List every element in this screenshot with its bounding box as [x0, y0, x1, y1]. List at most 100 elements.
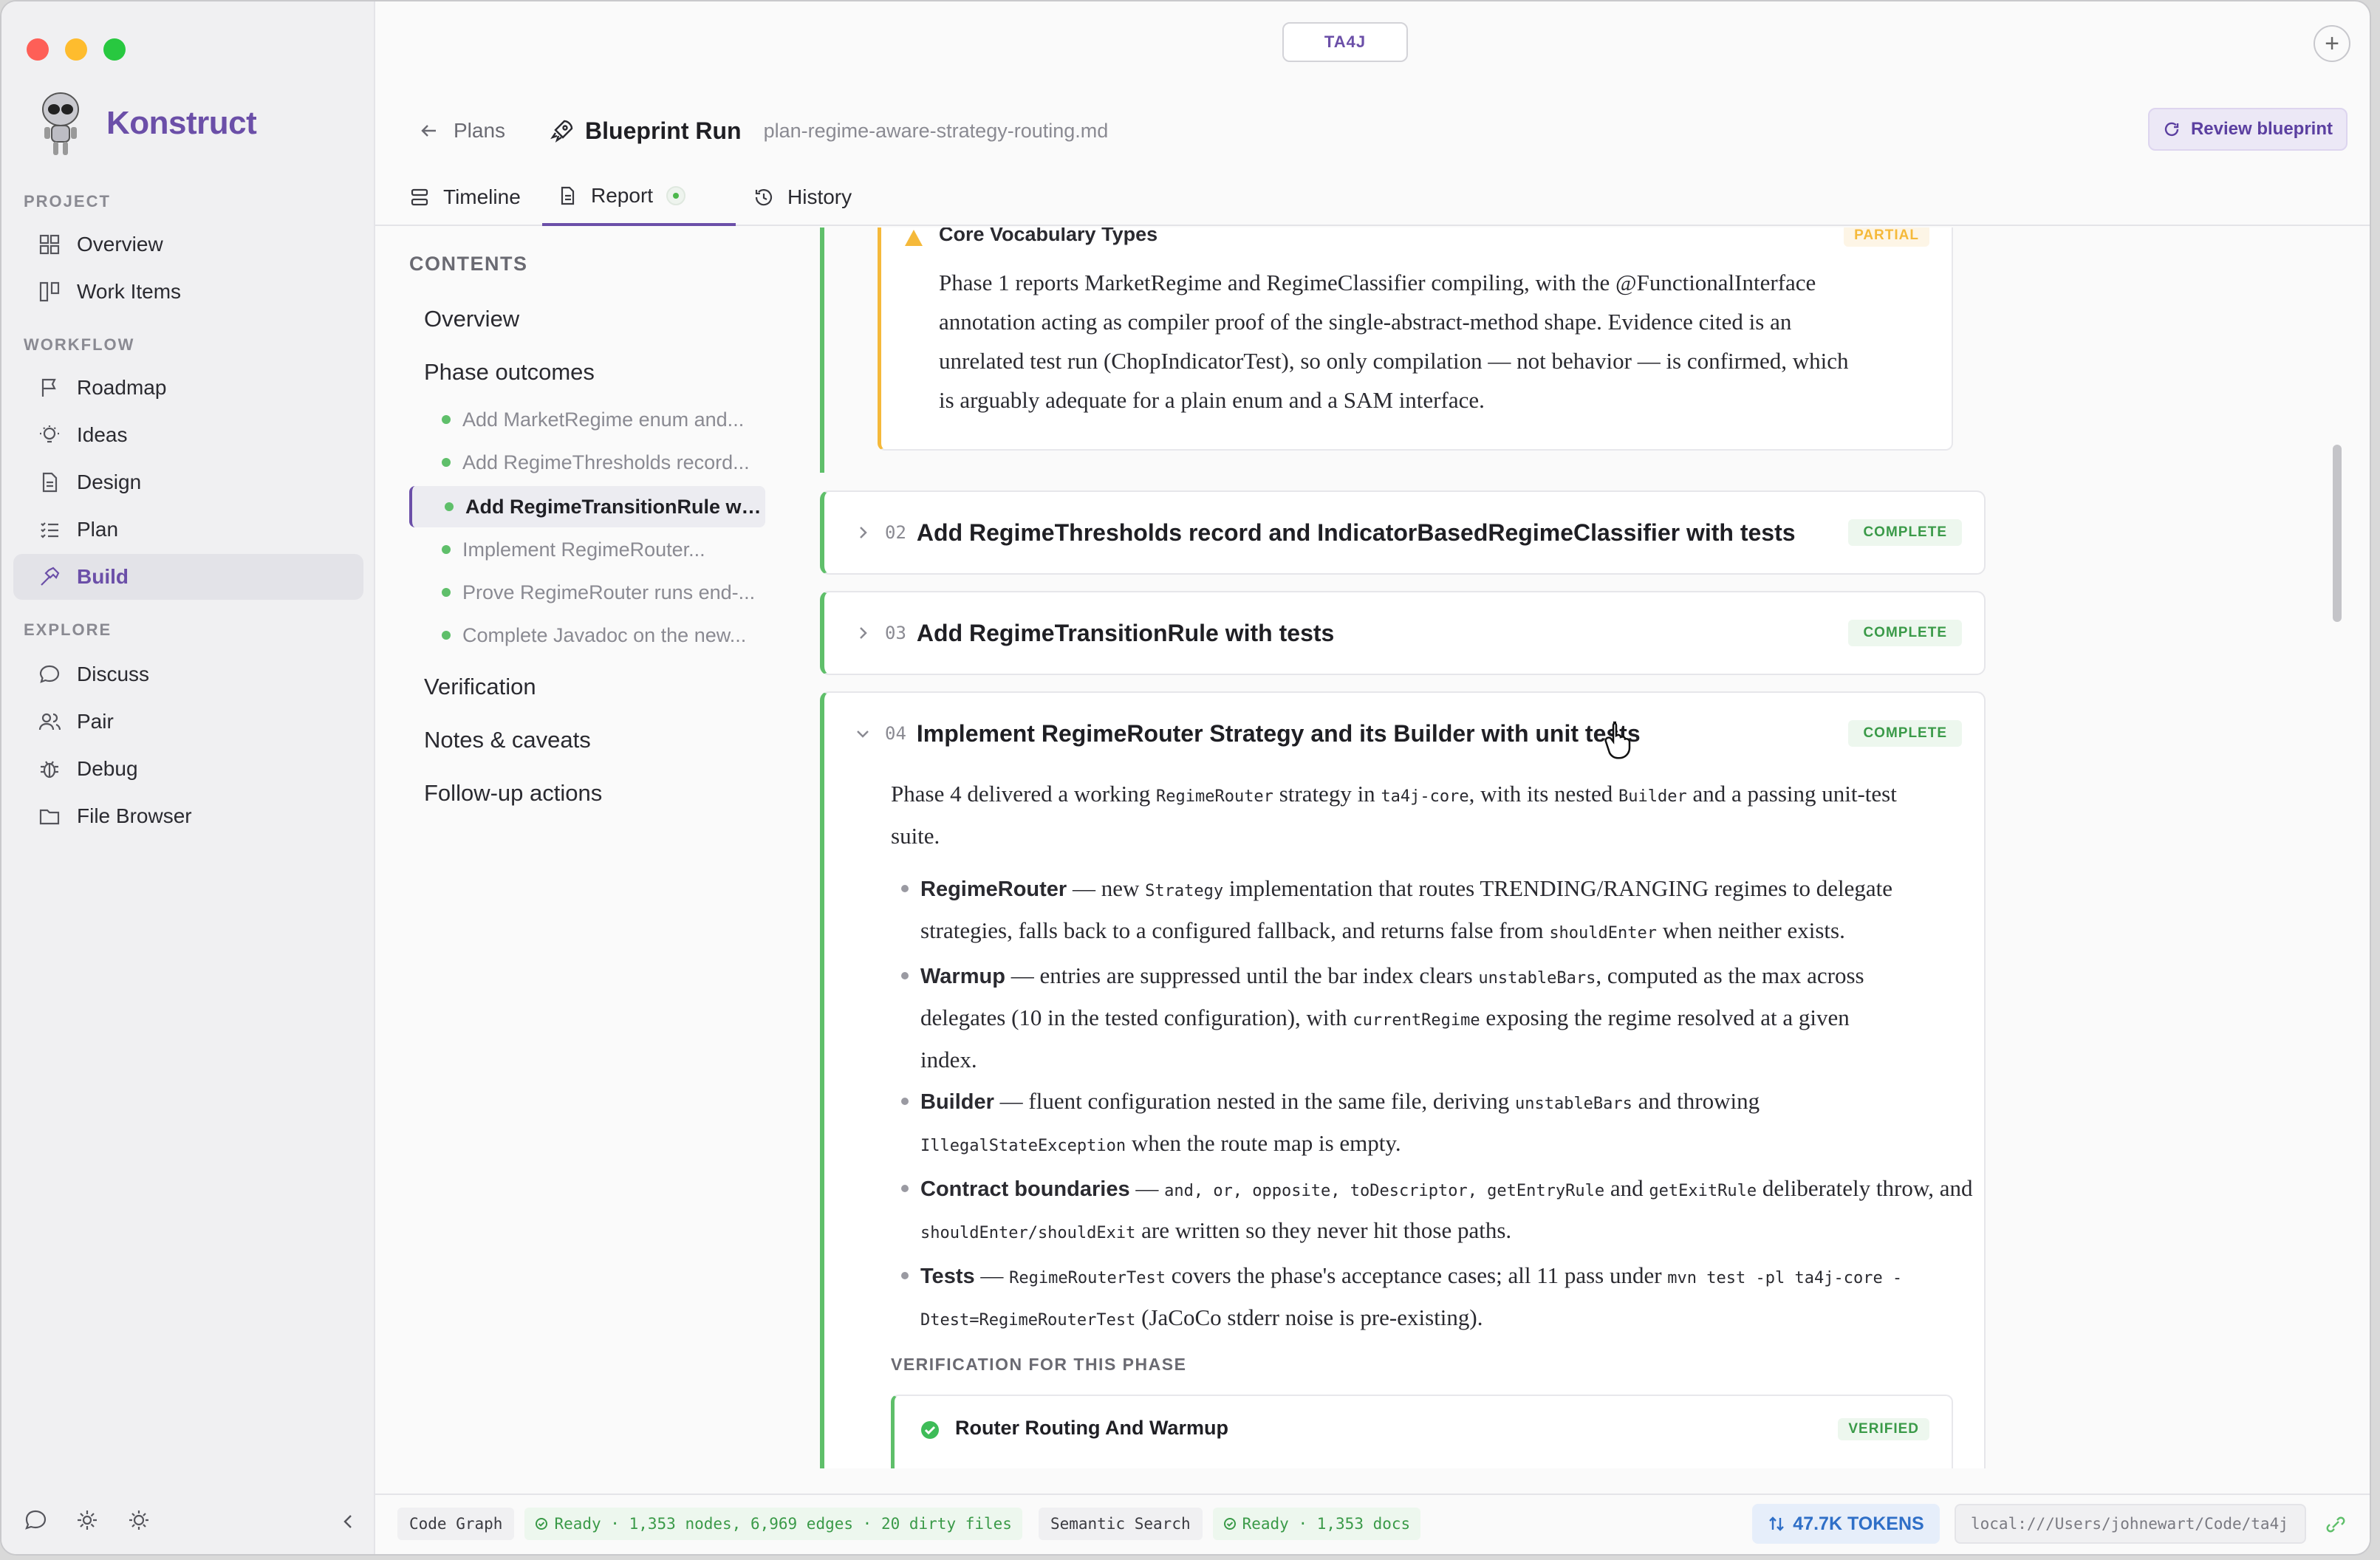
toc-item-notes[interactable]: Notes & caveats [424, 727, 591, 753]
sidebar-item-label: Ideas [77, 423, 128, 446]
tab-label: Report [591, 184, 654, 207]
brand[interactable]: Konstruct [35, 90, 257, 157]
sidebar-item-label: Roadmap [77, 376, 167, 399]
list-item: RegimeRouter — new Strategy implementati… [901, 869, 1984, 953]
phase-card-02[interactable]: 02 Add RegimeThresholds record and Indic… [820, 490, 1986, 575]
chevron-down-icon [857, 731, 869, 738]
refresh-icon [2164, 122, 2179, 137]
code-graph-status: Ready · 1,353 nodes, 6,969 edges · 20 di… [524, 1508, 1022, 1540]
toc-phase-3[interactable]: Add RegimeTransitionRule wit... [409, 486, 765, 527]
phase-summary: Phase 4 delivered a working RegimeRouter… [891, 781, 1897, 849]
toc-item-verification[interactable]: Verification [424, 674, 536, 700]
toc-phase-2[interactable]: Add RegimeThresholds record... [409, 442, 765, 483]
phase-title: Implement RegimeRouter Strategy and its … [916, 719, 1641, 747]
tab-history[interactable]: History [753, 168, 872, 226]
phase-card-03[interactable]: 03 Add RegimeTransitionRule with tests C… [820, 591, 1986, 675]
semantic-search-status: Ready · 1,353 docs [1212, 1508, 1421, 1540]
bug-icon [41, 761, 58, 779]
arrow-left-icon [421, 125, 436, 137]
phase-header[interactable]: 02 Add RegimeThresholds record and Indic… [824, 492, 1984, 573]
code-graph-status-text: Ready · 1,353 nodes, 6,969 edges · 20 di… [554, 1515, 1012, 1533]
sidebar-item-label: Work Items [77, 280, 182, 303]
verification-card[interactable]: Router Routing And Warmup VERIFIED [891, 1395, 1953, 1468]
back-label: Plans [454, 119, 506, 142]
sidebar-item-design[interactable]: Design [13, 459, 363, 505]
gear-icon[interactable] [75, 1508, 99, 1532]
sidebar-item-work-items[interactable]: Work Items [13, 269, 363, 315]
list-item: Warmup — entries are suppressed until th… [901, 956, 1984, 1079]
toc-item-overview[interactable]: Overview [424, 306, 519, 332]
phase-1-rail [820, 228, 824, 473]
close-window-button[interactable] [27, 38, 49, 61]
sidebar-item-plan[interactable]: Plan [13, 507, 363, 552]
semantic-search-label[interactable]: Semantic Search [1038, 1508, 1203, 1540]
finding-line: is arguably adequate for a plain enum an… [939, 387, 1485, 413]
check-circle-icon [921, 1421, 939, 1439]
sidebar-item-file-browser[interactable]: File Browser [13, 793, 363, 839]
check-circle-icon [536, 1518, 548, 1530]
sidebar-item-discuss[interactable]: Discuss [13, 651, 363, 697]
phase-header[interactable]: 03 Add RegimeTransitionRule with tests C… [824, 592, 1984, 674]
status-badge: COMPLETE [1848, 720, 1962, 747]
sidebar: Konstruct PROJECT Overview Work Items WO… [1, 1, 375, 1554]
scrollbar-thumb[interactable] [2333, 445, 2342, 622]
new-tab-button[interactable]: + [2314, 25, 2350, 62]
history-icon [755, 189, 773, 206]
plan-file-name[interactable]: plan-regime-aware-strategy-routing.md [764, 120, 1109, 143]
status-badge: COMPLETE [1848, 519, 1962, 546]
phase-header[interactable]: 04 Implement RegimeRouter Strategy and i… [824, 693, 1984, 774]
app-window: Konstruct PROJECT Overview Work Items WO… [0, 0, 2371, 1556]
toc-phase-label: Add MarketRegime enum and... [462, 408, 745, 431]
code-graph-label[interactable]: Code Graph [397, 1508, 515, 1540]
sidebar-item-build[interactable]: Build [13, 554, 363, 600]
chat-bubble-icon [39, 665, 60, 683]
nav-section-workflow: WORKFLOW [24, 335, 135, 354]
chevron-left-icon[interactable] [338, 1511, 359, 1532]
back-to-plans-link[interactable]: Plans [420, 119, 505, 143]
chevron-right-icon [860, 527, 867, 538]
toc-phase-4[interactable]: Implement RegimeRouter... [409, 529, 765, 570]
minimize-window-button[interactable] [65, 38, 87, 61]
review-blueprint-button[interactable]: Review blueprint [2148, 108, 2347, 151]
status-bar: Code Graph Ready · 1,353 nodes, 6,969 ed… [375, 1494, 2370, 1553]
toc-phase-label: Prove RegimeRouter runs end-... [462, 581, 756, 603]
toc-phase-label: Add RegimeThresholds record... [462, 451, 750, 473]
toc-phase-1[interactable]: Add MarketRegime enum and... [409, 399, 765, 440]
workspace-path[interactable]: local:///Users/johnewart/Code/ta4j [1955, 1504, 2306, 1544]
sidebar-item-roadmap[interactable]: Roadmap [13, 365, 363, 411]
connection-icon[interactable] [2325, 1514, 2346, 1535]
sidebar-item-label: Overview [77, 233, 163, 256]
complete-dot [442, 458, 451, 467]
status-dot [666, 186, 686, 205]
verified-badge: VERIFIED [1838, 1418, 1929, 1440]
flag-icon [41, 378, 56, 397]
title-bar: TA4J + [375, 1, 2370, 83]
toc-phase-label: Add RegimeTransitionRule wit... [465, 495, 765, 518]
token-counter[interactable]: 47.7K TOKENS [1752, 1504, 1940, 1544]
sun-icon[interactable] [127, 1508, 151, 1532]
page-header: Plans Blueprint Run plan-regime-aware-st… [375, 98, 2370, 164]
sidebar-item-label: File Browser [77, 804, 192, 827]
project-chip[interactable]: TA4J [1282, 22, 1408, 62]
tab-bar: Timeline Report History [375, 168, 2370, 226]
sidebar-item-pair[interactable]: Pair [13, 699, 363, 745]
toc-item-phase-outcomes[interactable]: Phase outcomes [424, 359, 595, 386]
sidebar-item-debug[interactable]: Debug [13, 746, 363, 792]
page-title: Blueprint Run [585, 117, 742, 144]
arrows-up-down-icon [1769, 1516, 1785, 1531]
chat-bubble-icon[interactable] [24, 1508, 47, 1532]
grid-icon [39, 234, 60, 255]
toc-phase-6[interactable]: Complete Javadoc on the new... [409, 615, 765, 656]
toc-phase-5[interactable]: Prove RegimeRouter runs end-... [409, 572, 765, 613]
phase-number: 04 [885, 723, 906, 744]
report-content[interactable]: Core Vocabulary Types PARTIAL Phase 1 re… [774, 228, 2340, 1468]
tab-report[interactable]: Report [542, 168, 736, 226]
finding-body: Phase 1 reports MarketRegime and RegimeC… [939, 263, 1943, 420]
sidebar-item-ideas[interactable]: Ideas [13, 412, 363, 458]
tab-label: Timeline [443, 185, 521, 208]
tab-timeline[interactable]: Timeline [409, 168, 535, 226]
report-icon [561, 186, 575, 205]
zoom-window-button[interactable] [103, 38, 126, 61]
toc-item-follow-up[interactable]: Follow-up actions [424, 780, 602, 807]
sidebar-item-overview[interactable]: Overview [13, 222, 363, 267]
